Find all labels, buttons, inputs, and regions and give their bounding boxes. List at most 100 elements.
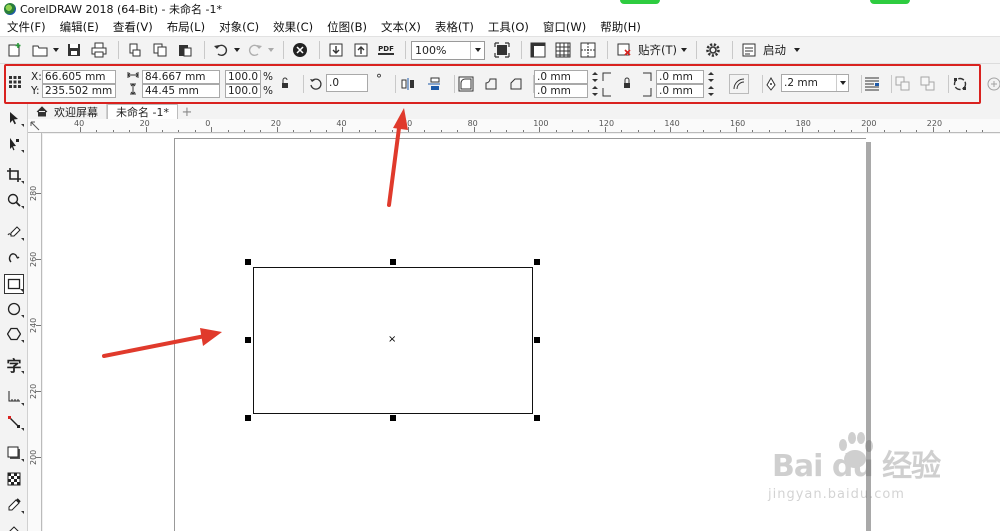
menu-effects[interactable]: 效果(C) [266,19,320,35]
publish-pdf-button[interactable]: PDF [375,39,397,61]
undo-dropdown-caret-icon[interactable] [234,48,240,52]
rotation-center-marker[interactable]: × [388,334,396,345]
import-icon [329,43,343,57]
cut-button[interactable] [124,39,146,61]
selection-handle-middle-right[interactable] [534,337,540,343]
tab-untitled-label: 未命名 -1* [116,106,169,119]
open-dropdown-caret-icon[interactable] [53,48,59,52]
ruler-minor-tick [358,130,360,132]
menu-table[interactable]: 表格(T) [428,19,481,35]
ruler-minor-tick [227,130,229,132]
crop-icon [7,168,21,182]
print-button[interactable] [88,39,110,61]
search-content-button[interactable] [289,39,311,61]
tab-welcome-screen[interactable]: 欢迎屏幕 [28,104,107,119]
ruler-minor-tick [949,130,951,132]
export-button[interactable] [350,39,372,61]
show-guidelines-button[interactable] [577,39,599,61]
toolbar-separator [319,41,320,59]
menu-file[interactable]: 文件(F) [0,19,53,35]
selection-handle-bottom-right[interactable] [534,415,540,421]
ruler-tick [670,127,672,132]
rectangle-tool[interactable] [4,274,24,294]
selection-handle-top-left[interactable] [245,259,251,265]
ruler-minor-tick [785,130,787,132]
zoom-dropdown-arrow-icon[interactable] [470,41,484,59]
vertical-ruler[interactable]: 280 260 240 220 200 [28,133,42,531]
menu-layout[interactable]: 布局(L) [160,19,212,35]
shape-node-icon [10,138,19,151]
menu-object[interactable]: 对象(C) [212,19,266,35]
text-tool[interactable]: 字 [4,355,24,375]
shape-tool[interactable] [4,134,24,154]
eyedropper-tool[interactable] [4,495,24,515]
options-button[interactable] [702,39,724,61]
snap-to-dropdown-caret-icon[interactable] [681,48,687,52]
ruler-minor-tick [686,130,688,132]
undo-icon [214,44,228,57]
menu-help[interactable]: 帮助(H) [593,19,648,35]
tab-untitled-document[interactable]: 未命名 -1* [107,104,178,119]
selection-handle-top-right[interactable] [534,259,540,265]
zoom-tool[interactable] [4,190,24,210]
artistic-media-tool[interactable] [4,247,24,267]
ruler-label: 220 [926,119,943,128]
menu-edit[interactable]: 编辑(E) [53,19,106,35]
full-screen-button[interactable] [491,39,513,61]
polygon-tool[interactable] [4,324,24,344]
magnifier-icon [7,193,21,207]
rulers-icon [530,42,546,58]
transparency-tool[interactable] [4,469,24,489]
redo-dropdown-caret-icon[interactable] [268,48,274,52]
rectangle-icon [7,278,21,290]
menu-window[interactable]: 窗口(W) [536,19,593,35]
add-to-toolbar-icon[interactable] [985,75,1000,93]
import-button[interactable] [325,39,347,61]
snap-to-label[interactable]: 贴齐(T) [638,42,677,58]
add-tab-button[interactable]: + [180,105,194,120]
paste-button[interactable] [174,39,196,61]
ruler-label: 100 [533,119,549,128]
selection-handle-bottom-center[interactable] [390,415,396,421]
horizontal-ruler[interactable]: 40 20 0 20 40 60 80 100 120 140 160 180 200 220 [28,119,1000,133]
selection-handle-middle-left[interactable] [245,337,251,343]
parallel-dimension-tool[interactable] [4,387,24,407]
baidu-jingyan-watermark: Bai du 经验 jingyan.baidu.com [760,425,960,515]
new-document-button[interactable] [4,39,26,61]
standard-toolbar: PDF 100% 贴齐(T) 启动 [0,37,1000,64]
launch-label[interactable]: 启动 [763,42,786,58]
connector-tool[interactable] [4,412,24,432]
freehand-tool[interactable] [4,222,24,242]
menu-bitmaps[interactable]: 位图(B) [320,19,374,35]
paste-icon [179,45,192,57]
crop-tool[interactable] [4,165,24,185]
drop-shadow-tool[interactable] [4,443,24,463]
fill-icon [9,526,19,531]
menu-text[interactable]: 文本(X) [374,19,428,35]
open-button[interactable] [29,39,51,61]
zoom-level-select[interactable]: 100% [411,40,485,60]
ruler-tick [342,127,344,132]
ruler-minor-tick [375,130,377,132]
save-button[interactable] [63,39,85,61]
menu-view[interactable]: 查看(V) [106,19,160,35]
launch-dropdown-caret-icon[interactable] [794,48,800,52]
ruler-minor-tick [834,130,836,132]
ellipse-tool[interactable] [4,299,24,319]
show-grid-button[interactable] [552,39,574,61]
launch-icon-button[interactable] [738,39,760,61]
interactive-fill-tool[interactable] [4,522,24,531]
ruler-label: 120 [598,119,615,128]
redo-button[interactable] [244,39,266,61]
snap-off-button[interactable] [613,39,635,61]
undo-button[interactable] [210,39,232,61]
menu-tools[interactable]: 工具(O) [481,19,536,35]
pick-tool[interactable] [4,108,24,128]
toolbar-separator [405,41,406,59]
selection-handle-top-center[interactable] [390,259,396,265]
pdf-icon-label: PDF [378,45,394,55]
selection-handle-bottom-left[interactable] [245,415,251,421]
copy-button[interactable] [149,39,171,61]
ellipse-icon [7,302,21,316]
show-rulers-button[interactable] [527,39,549,61]
